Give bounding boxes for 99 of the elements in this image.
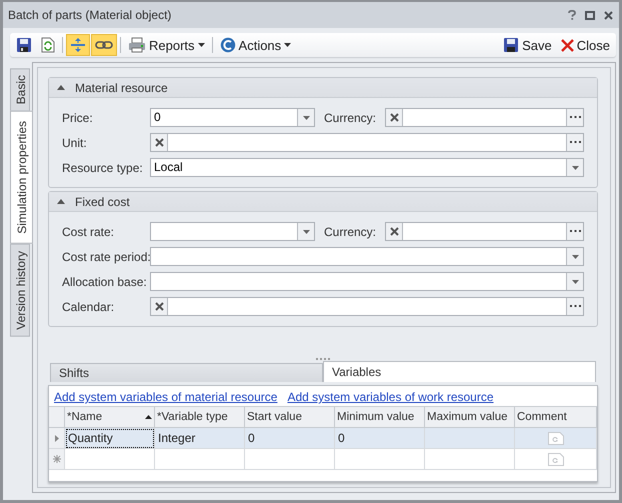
caret-icon bbox=[302, 116, 310, 120]
new-row-icon bbox=[52, 455, 60, 463]
column-header[interactable]: Maximum value bbox=[425, 407, 515, 428]
browse-button[interactable] bbox=[566, 298, 583, 315]
grid-cell[interactable] bbox=[155, 449, 245, 470]
dropdown-button[interactable] bbox=[297, 109, 314, 126]
collapse-icon[interactable] bbox=[57, 199, 65, 204]
tab[interactable]: Shifts bbox=[50, 363, 323, 382]
grid-cell[interactable] bbox=[515, 428, 597, 449]
caret-icon bbox=[302, 230, 310, 234]
column-header[interactable]: Comment bbox=[515, 407, 597, 428]
grid-cell[interactable]: Integer bbox=[155, 428, 245, 449]
side-tab[interactable]: Simulation properties bbox=[10, 111, 33, 244]
link[interactable]: Add system variables of material resource bbox=[54, 390, 278, 404]
field-label: Currency: bbox=[323, 110, 378, 124]
link-icon bbox=[95, 39, 113, 51]
ellipsis-icon bbox=[570, 116, 580, 119]
dropdown-button[interactable] bbox=[566, 248, 583, 265]
ellipsis-icon bbox=[570, 141, 580, 144]
refresh-icon bbox=[41, 37, 55, 53]
clear-icon bbox=[390, 227, 398, 236]
grid-cell[interactable] bbox=[335, 449, 425, 470]
field-label: Resource type: bbox=[62, 160, 144, 174]
caret-icon bbox=[572, 254, 578, 258]
dropdown-button[interactable] bbox=[566, 273, 583, 290]
caret-icon bbox=[198, 43, 205, 47]
group-title: Material resource bbox=[75, 80, 168, 94]
column-header[interactable]: *Name bbox=[65, 407, 155, 428]
grid-cell[interactable] bbox=[65, 449, 155, 470]
field-label: Currency: bbox=[323, 224, 378, 238]
grid-cell[interactable]: 0 bbox=[335, 428, 425, 449]
dropdown-field[interactable] bbox=[150, 272, 584, 291]
row-header[interactable] bbox=[49, 449, 65, 470]
window-title: Batch of parts (Material object) bbox=[8, 8, 172, 22]
dropdown-field[interactable] bbox=[150, 247, 584, 266]
clear-icon bbox=[154, 302, 164, 311]
lookup-field[interactable] bbox=[150, 297, 584, 316]
side-tab[interactable]: Version history bbox=[10, 244, 30, 337]
clear-button[interactable] bbox=[386, 223, 403, 240]
help-icon[interactable] bbox=[568, 10, 576, 20]
caret-icon bbox=[572, 280, 578, 284]
dropdown-field[interactable]: Local bbox=[150, 158, 584, 177]
lookup-field[interactable] bbox=[385, 108, 584, 127]
field-label: Unit: bbox=[62, 136, 88, 150]
caret-icon bbox=[572, 166, 578, 170]
grid-cell[interactable]: 0 bbox=[245, 428, 335, 449]
printer-icon bbox=[128, 37, 146, 53]
close-button[interactable]: Close bbox=[556, 34, 614, 56]
ellipsis-icon bbox=[570, 230, 580, 233]
lookup-field[interactable] bbox=[385, 222, 584, 241]
ellipsis-icon bbox=[570, 305, 580, 308]
dropdown-field[interactable]: 0 bbox=[150, 108, 315, 127]
field-label: Calendar: bbox=[62, 300, 116, 314]
side-tab[interactable]: Basic bbox=[10, 68, 30, 112]
save-icon bbox=[16, 37, 32, 53]
save-icon bbox=[503, 37, 520, 53]
toggle-button[interactable] bbox=[91, 34, 117, 56]
clear-button[interactable] bbox=[151, 298, 168, 315]
field-label: Cost rate: bbox=[62, 224, 116, 238]
clear-icon bbox=[154, 138, 164, 147]
clear-button[interactable] bbox=[386, 109, 403, 126]
field-label: Price: bbox=[62, 110, 94, 124]
clear-button[interactable] bbox=[151, 134, 168, 151]
grid-cell[interactable] bbox=[425, 449, 515, 470]
clear-icon bbox=[390, 113, 398, 122]
caret-icon bbox=[284, 43, 292, 47]
grid-cell[interactable] bbox=[515, 449, 597, 470]
dropdown-button[interactable] bbox=[566, 159, 583, 176]
maximize-icon[interactable] bbox=[585, 10, 595, 20]
row-header[interactable] bbox=[49, 428, 65, 449]
dropdown-field[interactable] bbox=[150, 222, 315, 241]
collapse-icon[interactable] bbox=[57, 85, 65, 90]
group-title: Fixed cost bbox=[75, 194, 130, 208]
toggle-button[interactable] bbox=[66, 34, 90, 56]
grid-cell[interactable]: Quantity bbox=[65, 428, 155, 449]
grid-cell[interactable] bbox=[425, 428, 515, 449]
column-header[interactable]: *Variable type bbox=[155, 407, 245, 428]
close-icon[interactable] bbox=[604, 10, 613, 20]
grid-cell[interactable] bbox=[245, 449, 335, 470]
tab[interactable]: Variables bbox=[323, 361, 596, 382]
column-header[interactable]: Start value bbox=[245, 407, 335, 428]
toolbar-menu-button[interactable]: Reports bbox=[124, 34, 209, 56]
expand-vertical-icon bbox=[70, 37, 86, 53]
link[interactable]: Add system variables of work resource bbox=[287, 390, 494, 404]
field-label: Cost rate period: bbox=[62, 250, 150, 264]
column-header[interactable]: Minimum value bbox=[335, 407, 425, 428]
close-icon bbox=[560, 38, 574, 52]
lookup-field[interactable] bbox=[150, 133, 584, 152]
toolbar-menu-button[interactable]: Actions bbox=[216, 34, 296, 56]
actions-icon bbox=[220, 37, 236, 53]
current-row-icon bbox=[54, 434, 58, 442]
field-label: Allocation base: bbox=[62, 274, 148, 288]
browse-button[interactable] bbox=[566, 223, 583, 240]
save-button[interactable]: Save bbox=[499, 34, 556, 56]
comment-icon[interactable] bbox=[548, 432, 564, 444]
browse-button[interactable] bbox=[566, 109, 583, 126]
dropdown-button[interactable] bbox=[297, 223, 314, 240]
comment-icon[interactable] bbox=[548, 452, 564, 466]
browse-button[interactable] bbox=[566, 134, 583, 151]
